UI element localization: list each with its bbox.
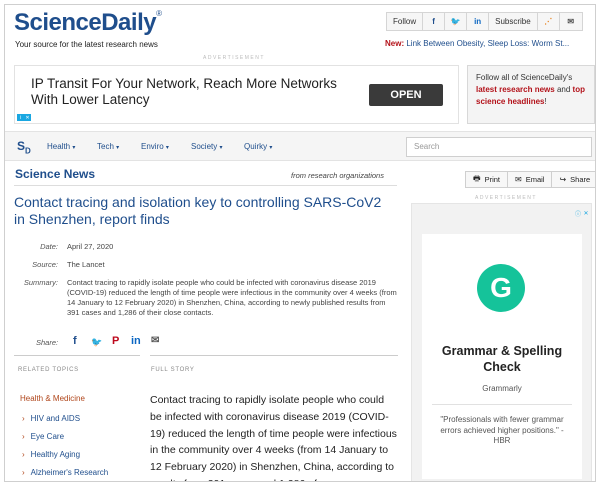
ad-quote: "Professionals with fewer grammar errors… [440,415,564,445]
adchoices-icon[interactable]: ⓘ ✕ [574,209,590,218]
share-button[interactable]: ↪ Share [552,172,595,187]
page-frame: ScienceDaily® Your source for the latest… [4,4,596,482]
nav-enviro[interactable]: Enviro ▾ [141,142,169,151]
full-story-text: Contact tracing to rapidly isolate peopl… [150,394,397,481]
related-topics-heading: RELATED TOPICS [18,367,79,373]
chevron-right-icon: › [22,450,25,459]
nav-society[interactable]: Society ▾ [191,142,222,151]
chevron-right-icon: › [22,414,25,423]
share-icon: ↪ [559,175,567,184]
twitter-icon[interactable]: 🐦 [445,13,468,30]
divider [14,355,140,356]
divider [432,404,572,405]
search-input[interactable]: Search [406,137,592,157]
follow-box: Follow all of ScienceDaily's latest rese… [467,65,595,124]
subscribe-label: Subscribe [489,13,538,30]
pinterest-share-icon[interactable]: P [112,335,119,347]
divider [150,355,398,356]
ad-product-title[interactable]: Grammar & Spelling Check [422,343,582,375]
section-title: Science News [15,167,96,181]
ad-brand: Grammarly [482,384,522,393]
chevron-right-icon: › [22,468,25,477]
linkedin-share-icon[interactable]: in [131,335,141,347]
email-share-icon[interactable]: ✉ [151,335,159,346]
article-actions: 🖶 Print ✉ Email ↪ Share [465,171,595,188]
site-tagline: Your source for the latest research news [15,40,158,49]
related-topic-item[interactable]: › HIV and AIDS [22,414,80,423]
ad-open-button[interactable]: OPEN [369,84,443,106]
article-summary: Summary: Contact tracing to rapidly isola… [23,278,397,317]
news-ticker[interactable]: New: Link Between Obesity, Sleep Loss: W… [385,39,569,48]
ad-headline[interactable]: IP Transit For Your Network, Reach More … [31,76,341,108]
sidebar-ad[interactable]: ⓘ ✕ G Grammar & Spelling Check Grammarly … [411,203,592,481]
nav-logo[interactable]: SD [17,139,31,155]
related-topic-item[interactable]: › Alzheimer's Research [22,468,108,477]
nav-health[interactable]: Health ▾ [47,142,75,151]
related-topic-item[interactable]: › Eye Care [22,432,64,441]
email-icon: ✉ [514,175,522,184]
print-button[interactable]: 🖶 Print [466,172,508,187]
chevron-right-icon: › [22,432,25,441]
twitter-share-icon[interactable]: 🐦 [91,337,102,348]
divider [14,185,397,186]
share-label: Share: [36,338,59,347]
linkedin-icon[interactable]: in [467,13,490,30]
full-story-heading: FULL STORY [151,367,195,373]
news-ticker-label: New: [385,39,405,48]
rss-icon[interactable]: ⋰ [538,13,560,30]
print-icon: 🖶 [473,173,481,183]
facebook-share-icon[interactable]: f [73,335,77,347]
advertisement-label: ADVERTISEMENT [203,55,265,61]
related-topic-item[interactable]: › Healthy Aging [22,450,80,459]
article-headline: Contact tracing and isolation key to con… [14,194,382,227]
nav-quirky[interactable]: Quirky ▾ [244,142,272,151]
ad-card[interactable]: G Grammar & Spelling Check Grammarly "Pr… [422,234,582,479]
email-icon[interactable]: ✉ [560,13,582,30]
grammarly-logo-icon: G [477,264,525,312]
related-category[interactable]: Health & Medicine [20,394,85,403]
follow-label: Follow [387,13,424,30]
latest-research-news-link[interactable]: latest research news [476,85,555,94]
facebook-icon[interactable]: f [423,13,446,30]
social-bar: Follow f 🐦 in Subscribe ⋰ ✉ [386,12,583,31]
site-logo[interactable]: ScienceDaily® [14,9,162,37]
news-ticker-link[interactable]: Link Between Obesity, Sleep Loss: Worm S… [406,39,569,48]
section-subtitle: from research organizations [291,171,384,180]
advertisement-label: ADVERTISEMENT [475,195,537,201]
top-banner-ad[interactable]: IP Transit For Your Network, Reach More … [14,65,459,124]
email-button[interactable]: ✉ Email [508,172,553,187]
nav-tech[interactable]: Tech ▾ [97,142,119,151]
adchoices-icon[interactable]: i ✕ [17,114,31,121]
